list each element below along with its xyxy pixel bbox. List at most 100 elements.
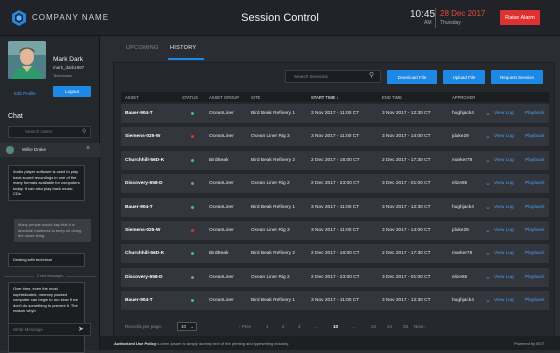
contact-avatar [6,146,14,154]
table-row[interactable]: Bauer-904-T OceanLiner Bird Beak Refinery … [121,291,549,311]
table-row[interactable]: Churchhill-56D-K BirdBeak Bird Beak Refine… [121,244,549,264]
view-log-link[interactable]: View Log [494,158,514,163]
chevron-down-icon[interactable]: ⌄ [485,226,491,234]
chevron-down-icon[interactable]: ⌄ [485,156,491,164]
chevron-down-icon[interactable]: ⌄ [485,273,491,281]
chat-contact-header[interactable]: Willie Drake × [0,143,100,157]
page-number[interactable]: 2 [282,324,285,329]
upload-file-button[interactable]: Upload File [443,70,485,84]
asset-cell: Churchhill-56D-K [125,251,165,257]
approver-cell: marker78 [452,251,473,257]
records-per-page-select[interactable]: 10 ⌄ [177,322,197,331]
playback-link[interactable]: Playback [525,181,544,186]
column-header[interactable]: APPROVER [452,95,475,100]
end-time-cell: 3 Nov 2017 - 12:30 CT [382,204,431,210]
view-log-link[interactable]: View Log [494,251,514,256]
view-log-link[interactable]: View Log [494,181,514,186]
chevron-down-icon: ⌄ [190,324,194,329]
table-row[interactable]: Bauer-904-T OceanLiner Bird Beak Refinery … [121,104,549,123]
approver-cell: hughjack4 [452,204,474,210]
search-icon[interactable]: ⚲ [82,128,86,135]
edit-profile-link[interactable]: Edit Profile [14,91,36,96]
asset-cell: Churchhill-56D-K [125,157,165,163]
page-number[interactable]: 23 [371,324,376,329]
column-header[interactable]: ASSET GROUP [209,95,239,100]
table-row[interactable]: Siemens-025-W OceanLiner Ocean Liner Rig 3… [121,127,549,147]
playback-link[interactable]: Playback [525,134,544,139]
page-number[interactable]: 25 [403,324,408,329]
column-header[interactable]: SITE [251,95,260,100]
chevron-down-icon[interactable]: ⌄ [485,132,491,140]
request-session-button[interactable]: Request Session [491,70,543,84]
asset-group-cell: BirdBeak [209,157,229,163]
view-log-link[interactable]: View Log [494,298,514,303]
prev-page-button[interactable]: ‹ Prev [239,324,251,329]
status-indicator-icon [191,182,194,186]
end-time-cell: 3 Nov 2017 - 12:30 CT [382,298,431,304]
end-time-cell: 2 Dec 2017 - 17:30 CT [382,251,431,257]
tab-history[interactable]: HISTORY [170,45,196,51]
column-header[interactable]: ASSET [125,95,139,100]
chat-heading: Chat [8,113,23,120]
column-header-sorted[interactable]: START TIME ↓ [311,95,339,100]
user-search-input[interactable]: Search Users [8,126,91,138]
playback-link[interactable]: Playback [525,251,544,256]
playback-link[interactable]: Playback [525,205,544,210]
asset-group-cell: BirdBeak [209,251,229,257]
chevron-down-icon[interactable]: ⌄ [485,179,491,187]
chevron-down-icon[interactable]: ⌄ [485,296,491,304]
playback-link[interactable]: Playback [525,275,544,280]
start-time-cell: 2 Dec 2017 - 16:00 CT [311,251,360,257]
column-header[interactable]: END TIME [382,95,402,100]
view-log-link[interactable]: View Log [494,134,514,139]
table-row[interactable]: Discovery-658-D OceanLiner Ocean Liner Rig… [121,174,549,194]
user-name: Mark Dark [53,56,83,63]
status-indicator-icon [191,158,194,162]
page-number[interactable]: 1 [266,324,269,329]
site-cell: Ocean Liner Rig 2 [251,181,290,187]
chevron-down-icon[interactable]: ⌄ [485,249,491,257]
view-log-link[interactable]: View Log [494,275,514,280]
chevron-down-icon[interactable]: ⌄ [485,203,491,211]
chevron-down-icon[interactable]: ⌄ [485,109,491,117]
start-time-cell: 2 Dec 2017 - 23:00 CT [311,274,360,280]
asset-cell: Siemens-025-W [125,228,161,233]
asset-group-cell: OceanLiner [209,298,234,304]
search-icon[interactable]: ⚲ [369,71,374,79]
close-icon[interactable]: × [86,145,90,152]
raise-alarm-button[interactable]: Raise Alarm [500,10,540,25]
next-page-button[interactable]: Next › [414,324,426,329]
session-search-input[interactable]: Search Sessions [285,70,381,83]
pagination: Records per page: 10 ⌄ ‹ Prev 1 2 3... 10..… [121,322,549,335]
active-tab-indicator [168,58,204,60]
avatar [8,41,46,79]
view-log-link[interactable]: View Log [494,228,514,233]
asset-group-cell: OceanLiner [209,111,234,116]
view-log-link[interactable]: View Log [494,111,514,116]
logout-button[interactable]: Logout [53,86,91,97]
playback-link[interactable]: Playback [525,228,544,233]
divider [435,8,436,28]
download-file-button[interactable]: Download File [387,70,437,84]
approver-cell: elize55 [452,274,468,280]
chat-message: Dealing with technical [8,253,85,267]
asset-group-cell: OceanLiner [209,274,234,280]
table-row[interactable]: Discovery-658-D OceanLiner Ocean Liner Rig… [121,267,549,287]
table-row[interactable]: Siemens-025-W OceanLiner Ocean Liner Rig 3… [121,221,549,240]
end-time-cell: 3 Nov 2017 - 14:00 CT [382,228,431,233]
playback-link[interactable]: Playback [525,158,544,163]
status-indicator-icon [191,229,194,232]
page-number[interactable]: 10 [333,324,338,329]
approver-cell: hughjack4 [452,111,474,116]
send-icon[interactable]: ➤ [78,325,84,333]
tab-upcoming[interactable]: UPCOMING [126,45,159,51]
end-time-cell: 3 Dec 2017 - 01:00 CT [382,274,431,280]
page-number[interactable]: 24 [387,324,392,329]
view-log-link[interactable]: View Log [494,205,514,210]
column-header[interactable]: STATUS [182,95,198,100]
playback-link[interactable]: Playback [525,111,544,116]
page-number[interactable]: 3 [298,324,301,329]
playback-link[interactable]: Playback [525,298,544,303]
table-row[interactable]: Bauer-904-T OceanLiner Bird Beak Refinery … [121,197,549,217]
table-row[interactable]: Churchhill-56D-K BirdBeak Bird Beak Refine… [121,150,549,170]
